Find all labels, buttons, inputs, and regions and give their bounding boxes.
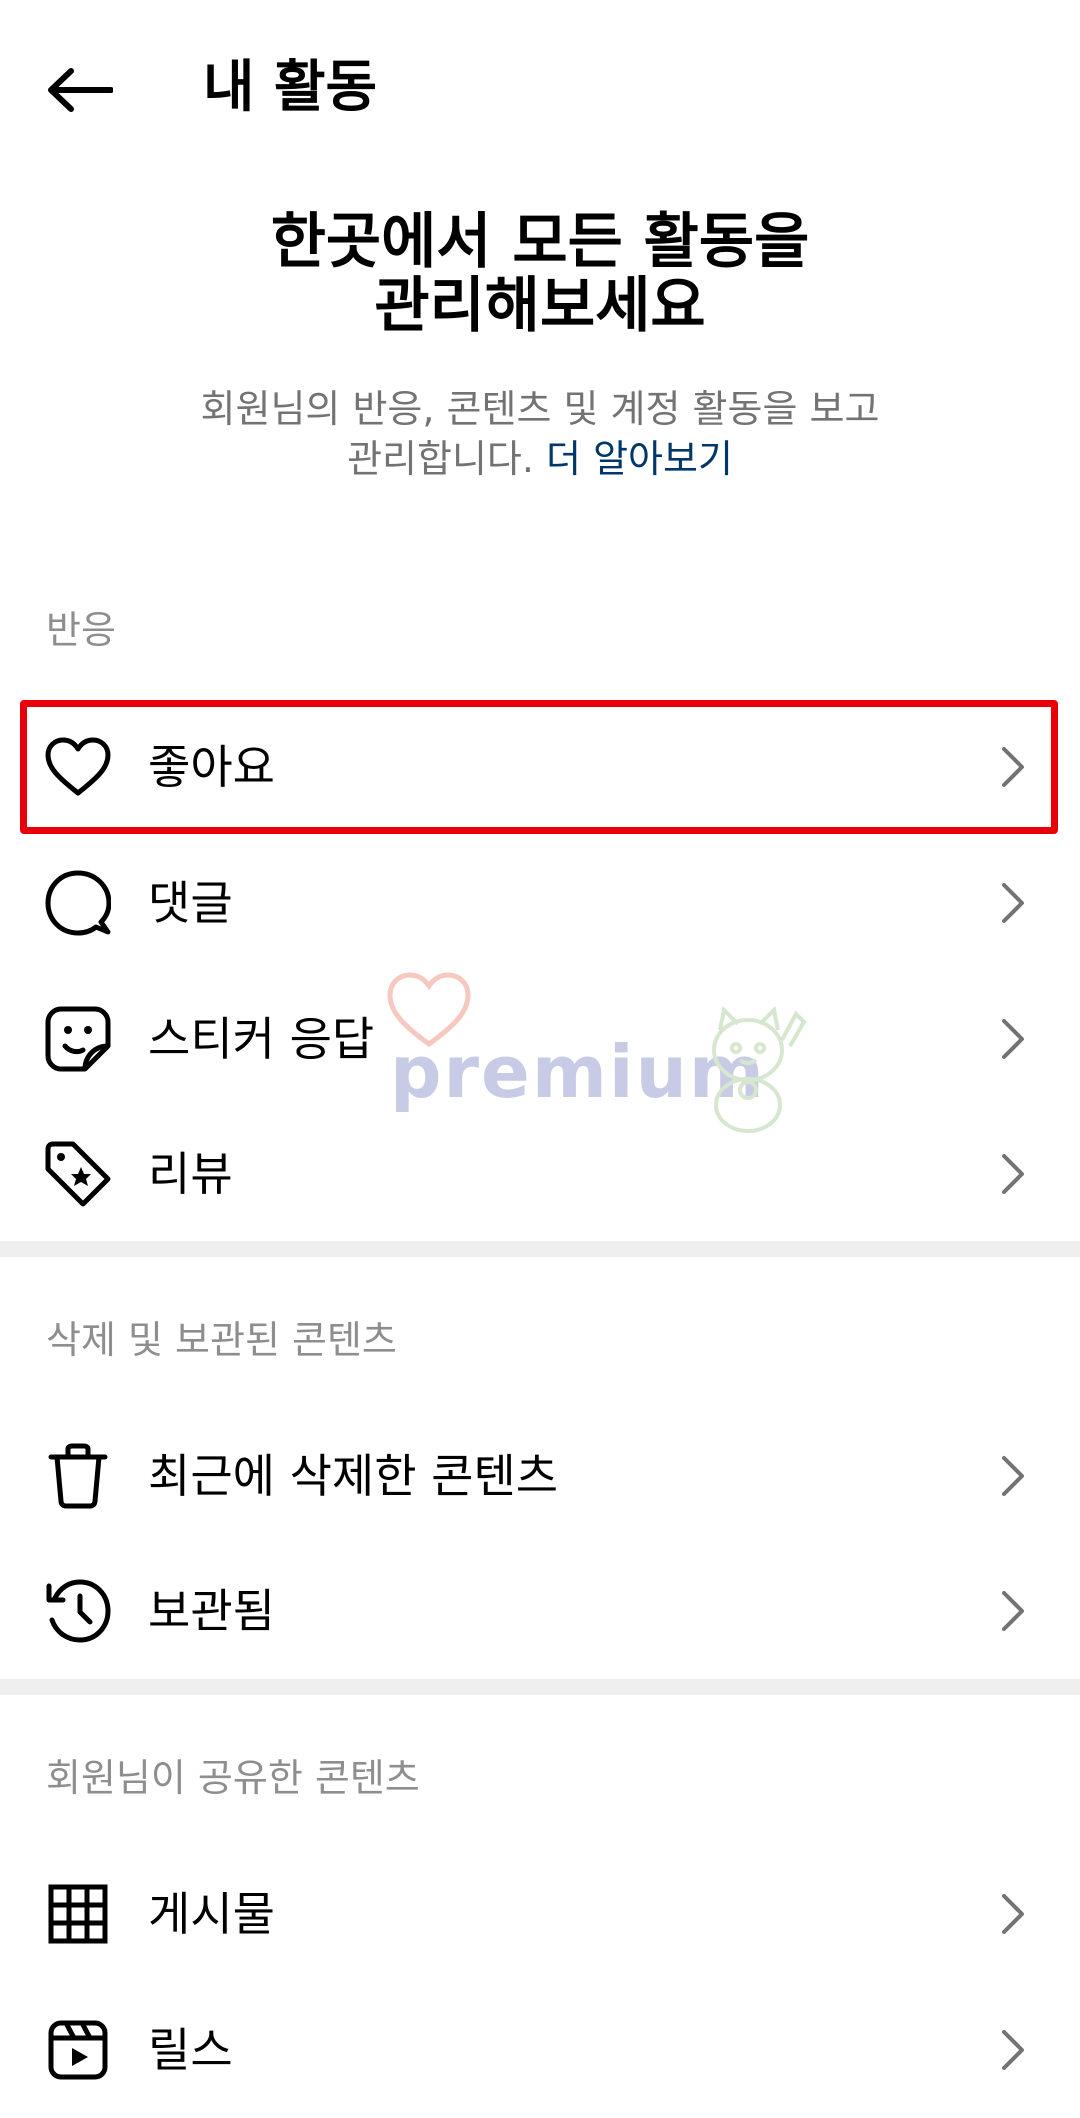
list-item-likes[interactable]: 좋아요 <box>0 699 1080 835</box>
list-item-posts[interactable]: 게시물 <box>0 1846 1080 1982</box>
list-item-label: 리뷰 <box>148 1147 233 1201</box>
chevron-right-icon <box>1002 1019 1024 1059</box>
section-header-reactions: 반응 <box>46 608 116 652</box>
list-item-label: 게시물 <box>148 1887 275 1941</box>
hero-desc-prefix: 관리합니다. <box>347 437 534 481</box>
arrow-left-icon <box>48 68 113 112</box>
hero-desc-line1: 회원님의 반응, 콘텐츠 및 계정 활동을 보고 <box>200 387 880 431</box>
back-button[interactable] <box>40 54 120 126</box>
grid-icon <box>44 1880 112 1948</box>
list-item-label: 릴스 <box>148 2023 233 2077</box>
hero-title: 한곳에서 모든 활동을 관리해보세요 <box>160 210 920 338</box>
archive-history-icon <box>44 1577 112 1645</box>
list-item-comments[interactable]: 댓글 <box>0 835 1080 971</box>
hero-title-line2: 관리해보세요 <box>374 271 706 341</box>
sticker-icon <box>44 1005 112 1073</box>
heart-icon <box>44 733 112 801</box>
chevron-right-icon <box>1002 1894 1024 1934</box>
list-item-archived[interactable]: 보관됨 <box>0 1543 1080 1679</box>
comment-bubble-icon <box>44 869 112 937</box>
section-divider <box>0 1241 1080 1257</box>
chevron-right-icon <box>1002 747 1024 787</box>
list-item-label: 보관됨 <box>148 1584 275 1638</box>
section-header-shared: 회원님이 공유한 콘텐츠 <box>46 1756 420 1800</box>
tag-star-icon <box>44 1140 112 1208</box>
chevron-right-icon <box>1002 883 1024 923</box>
trash-icon <box>44 1442 112 1510</box>
list-item-recently-deleted[interactable]: 최근에 삭제한 콘텐츠 <box>0 1408 1080 1544</box>
chevron-right-icon <box>1002 1456 1024 1496</box>
list-item-label: 좋아요 <box>148 740 275 794</box>
reels-icon <box>44 2016 112 2084</box>
list-item-label: 댓글 <box>148 876 233 930</box>
list-item-label: 스티커 응답 <box>148 1012 375 1066</box>
hero: 한곳에서 모든 활동을 관리해보세요 회원님의 반응, 콘텐츠 및 계정 활동을… <box>0 210 1080 484</box>
page-title: 내 활동 <box>203 55 378 120</box>
section-divider <box>0 1679 1080 1695</box>
section-header-deleted-archived: 삭제 및 보관된 콘텐츠 <box>46 1318 397 1362</box>
watermark: premium <box>380 970 820 1140</box>
chevron-right-icon <box>1002 1591 1024 1631</box>
learn-more-link[interactable]: 더 알아보기 <box>546 437 733 481</box>
chevron-right-icon <box>1002 1154 1024 1194</box>
watermark-cat-icon <box>712 1005 807 1133</box>
hero-title-line1: 한곳에서 모든 활동을 <box>270 207 810 277</box>
list-item-label: 최근에 삭제한 콘텐츠 <box>148 1449 559 1503</box>
hero-desc-line2: 관리합니다. 더 알아보기 <box>160 434 920 484</box>
chevron-right-icon <box>1002 2030 1024 2070</box>
list-item-reels[interactable]: 릴스 <box>0 1982 1080 2118</box>
hero-description: 회원님의 반응, 콘텐츠 및 계정 활동을 보고 관리합니다. 더 알아보기 <box>160 384 920 484</box>
top-bar: 내 활동 <box>0 0 1080 170</box>
